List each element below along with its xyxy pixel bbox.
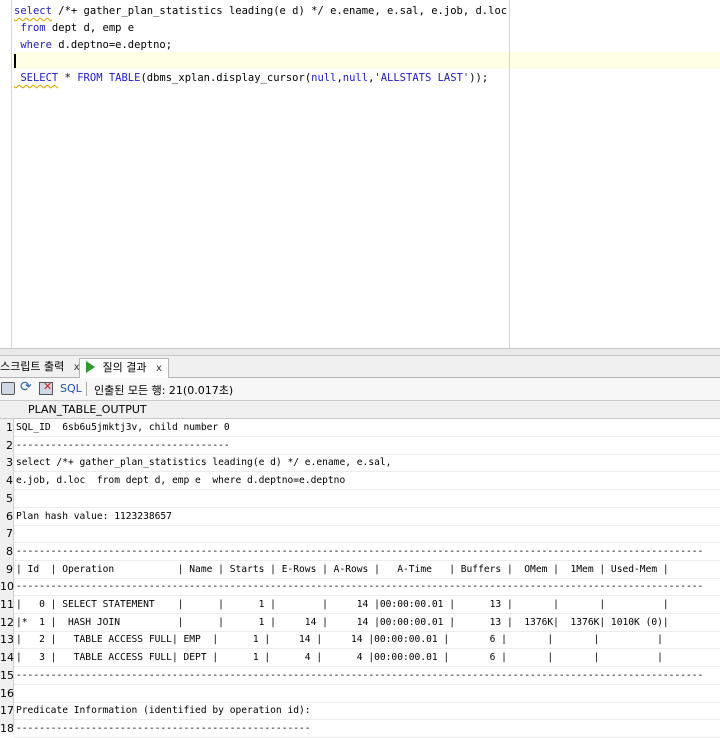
- plan-output-cell[interactable]: [16, 685, 716, 703]
- editor-gutter-divider: [11, 0, 12, 348]
- code-line[interactable]: select /*+ gather_plan_statistics leadin…: [14, 3, 507, 20]
- table-row[interactable]: 15 --------------------------------------…: [0, 667, 720, 685]
- plan-output-cell[interactable]: [16, 490, 716, 508]
- plan-output-cell[interactable]: ----------------------------------------…: [16, 543, 716, 561]
- code-token: SELECT: [14, 72, 59, 84]
- code-token: dept d, emp e: [45, 22, 135, 34]
- code-token: null: [311, 72, 337, 84]
- row-number: 13: [0, 633, 14, 647]
- code-token: d.deptno=e.deptno;: [51, 39, 173, 51]
- plan-output-cell[interactable]: Plan hash value: 1123238657: [16, 508, 716, 526]
- table-row[interactable]: 14 | 3 | TABLE ACCESS FULL| DEPT | 1 | 4 …: [0, 649, 720, 668]
- row-number: 16: [0, 686, 14, 700]
- plan-output-cell[interactable]: ----------------------------------------…: [16, 720, 716, 738]
- table-row[interactable]: 6 Plan hash value: 1123238657: [0, 508, 720, 526]
- code-token: select: [14, 5, 52, 17]
- tab-query-result-label: 질의 결과: [102, 361, 147, 374]
- sql-button[interactable]: SQL: [60, 382, 82, 395]
- code-token: /*+ gather_plan_statistics leading(e d) …: [51, 5, 508, 17]
- plan-output-cell[interactable]: e.job, d.loc from dept d, emp e where d.…: [16, 472, 716, 490]
- plan-output-cell[interactable]: SQL_ID 6sb6u5jmktj3v, child number 0: [16, 419, 716, 437]
- row-number: 8: [6, 544, 13, 558]
- table-row[interactable]: 11 | 0 | SELECT STATEMENT | | 1 | | 14 |0…: [0, 596, 720, 614]
- refresh-icon[interactable]: ⟳: [20, 380, 32, 394]
- code-token: 'ALLSTATS LAST': [374, 72, 470, 84]
- row-number: 14: [0, 651, 14, 665]
- row-number: 3: [6, 456, 13, 470]
- row-number: 7: [6, 527, 13, 541]
- code-line[interactable]: SELECT * FROM TABLE(dbms_xplan.display_c…: [14, 70, 488, 87]
- table-row[interactable]: 7: [0, 525, 720, 544]
- table-row[interactable]: 16: [0, 685, 720, 703]
- table-row[interactable]: 17 Predicate Information (identified by o…: [0, 702, 720, 721]
- plan-output-cell[interactable]: | 2 | TABLE ACCESS FULL| EMP | 1 | 14 | …: [16, 631, 716, 649]
- text-caret: [14, 54, 16, 68]
- plan-output-cell[interactable]: ----------------------------------------…: [16, 578, 716, 596]
- plan-output-cell[interactable]: -------------------------------------: [16, 437, 716, 455]
- toolbar-separator: [86, 382, 87, 396]
- current-line-highlight: [12, 52, 720, 69]
- code-line[interactable]: where d.deptno=e.deptno;: [14, 37, 172, 54]
- table-row[interactable]: 1 SQL_ID 6sb6u5jmktj3v, child number 0: [0, 419, 720, 437]
- result-tab-bar: 스크립트 출력 x 질의 결과 x: [0, 356, 720, 378]
- row-number: 17: [0, 704, 14, 718]
- row-number: 10: [0, 580, 14, 594]
- code-token: from: [14, 22, 46, 34]
- pane-splitter[interactable]: [0, 348, 720, 356]
- table-row[interactable]: 2 -------------------------------------: [0, 437, 720, 455]
- tab-script-output[interactable]: 스크립트 출력 x: [0, 358, 86, 378]
- plan-output-cell[interactable]: [16, 525, 716, 543]
- table-row[interactable]: 3 select /*+ gather_plan_statistics leadi…: [0, 454, 720, 473]
- plan-output-cell[interactable]: | 0 | SELECT STATEMENT | | 1 | | 14 |00:…: [16, 596, 716, 614]
- row-number: 1: [6, 421, 13, 434]
- table-row[interactable]: 4 e.job, d.loc from dept d, emp e where d…: [0, 472, 720, 491]
- cancel-query-icon[interactable]: [39, 380, 53, 395]
- row-number: 18: [0, 721, 14, 735]
- code-token: FROM TABLE: [77, 72, 141, 84]
- result-toolbar: ⟳ SQL 인출된 모든 행: 21(0.017초): [0, 378, 720, 400]
- row-number: 4: [6, 474, 13, 488]
- column-header-plan-table-output[interactable]: PLAN_TABLE_OUTPUT: [28, 403, 147, 416]
- code-token: where: [14, 39, 52, 51]
- plan-output-cell[interactable]: Predicate Information (identified by ope…: [16, 702, 716, 720]
- plan-output-cell[interactable]: select /*+ gather_plan_statistics leadin…: [16, 454, 716, 472]
- table-row[interactable]: 18 --------------------------------------…: [0, 720, 720, 738]
- code-token: ));: [469, 72, 489, 84]
- plan-output-cell[interactable]: | Id | Operation | Name | Starts | E-Row…: [16, 561, 716, 579]
- table-row[interactable]: 10 --------------------------------------…: [0, 578, 720, 597]
- plan-output-cell[interactable]: |* 1 | HASH JOIN | | 1 | 14 | 14 |00:00:…: [16, 614, 716, 632]
- row-number: 9: [6, 562, 13, 576]
- row-number: 2: [6, 438, 13, 452]
- row-number: 12: [0, 615, 14, 629]
- row-number: 5: [6, 491, 13, 505]
- code-token: *: [58, 72, 78, 84]
- code-token: (dbms_xplan.display_cursor(: [140, 72, 312, 84]
- code-line[interactable]: from dept d, emp e: [14, 20, 134, 37]
- table-row[interactable]: 9 | Id | Operation | Name | Starts | E-Ro…: [0, 561, 720, 579]
- table-row[interactable]: 8 ---------------------------------------…: [0, 543, 720, 561]
- freeze-view-icon[interactable]: [1, 382, 15, 395]
- code-token: null: [342, 72, 369, 84]
- row-number: 11: [0, 598, 14, 611]
- tab-query-result-close-icon[interactable]: x: [156, 363, 162, 374]
- tab-query-result[interactable]: 질의 결과 x: [79, 358, 169, 378]
- table-row[interactable]: 5: [0, 490, 720, 508]
- result-grid[interactable]: PLAN_TABLE_OUTPUT 1 SQL_ID 6sb6u5jmktj3v,…: [0, 400, 720, 738]
- plan-output-cell[interactable]: | 3 | TABLE ACCESS FULL| DEPT | 1 | 4 | …: [16, 649, 716, 667]
- fetch-status-text: 인출된 모든 행: 21(0.017초): [94, 384, 234, 397]
- row-number: 6: [6, 509, 13, 523]
- sql-worksheet-editor[interactable]: select /*+ gather_plan_statistics leadin…: [0, 0, 720, 348]
- editor-right-margin-line: [509, 0, 510, 348]
- row-number: 15: [0, 668, 14, 682]
- table-row[interactable]: 12 |* 1 | HASH JOIN | | 1 | 14 | 14 |00:0…: [0, 614, 720, 632]
- run-statement-icon: [86, 361, 95, 373]
- plan-output-cell[interactable]: ----------------------------------------…: [16, 667, 716, 685]
- grid-header: PLAN_TABLE_OUTPUT: [0, 400, 720, 419]
- table-row[interactable]: 13 | 2 | TABLE ACCESS FULL| EMP | 1 | 14 …: [0, 631, 720, 650]
- tab-script-output-label: 스크립트 출력: [0, 360, 65, 373]
